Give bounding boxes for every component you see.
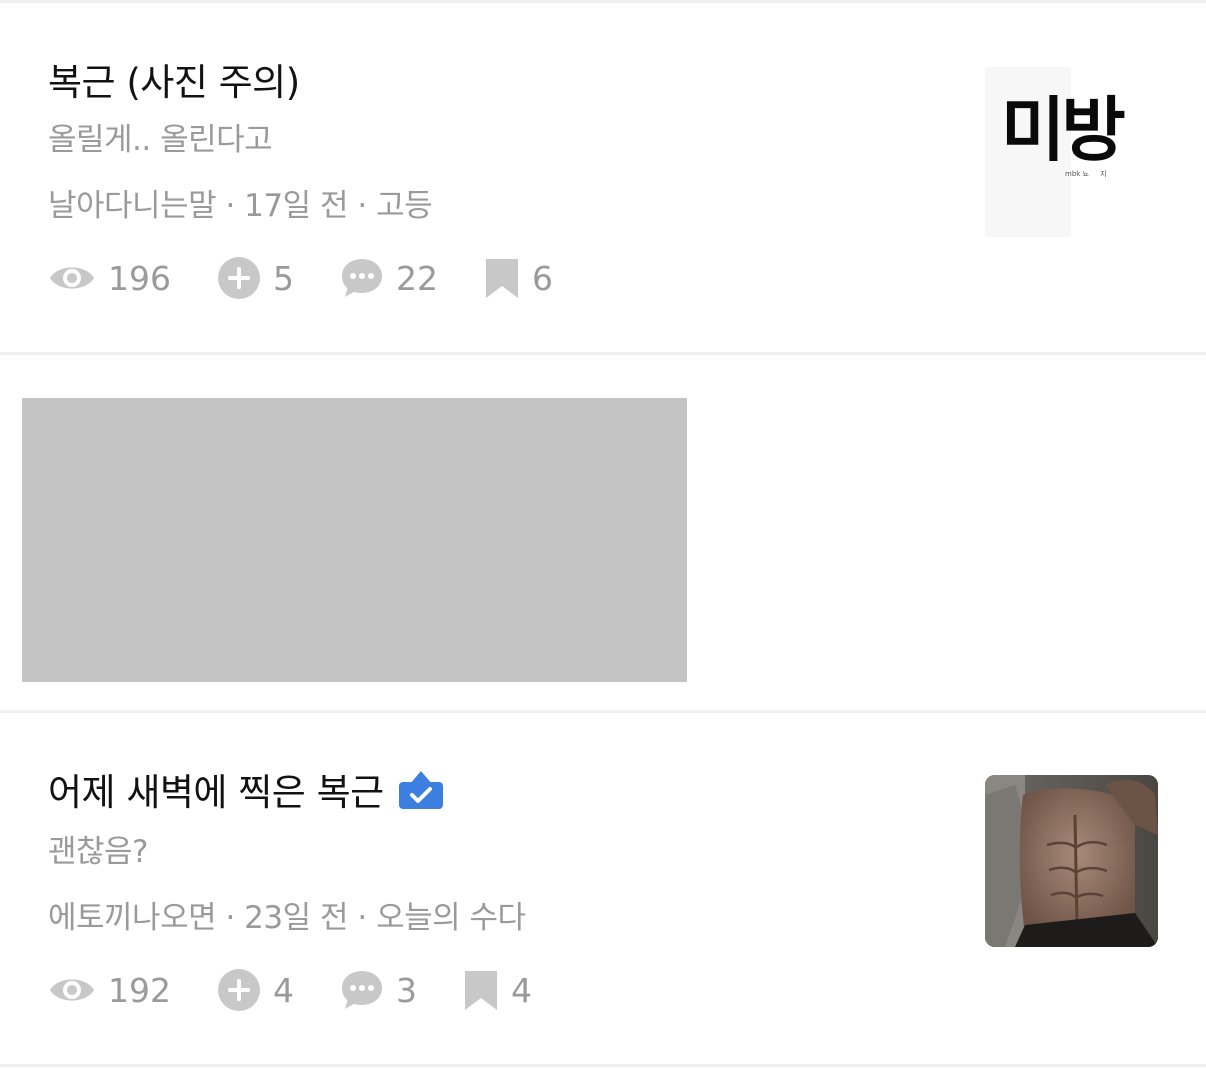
comment-button[interactable]: 22 bbox=[340, 256, 438, 300]
views-count: 196 bbox=[108, 258, 171, 298]
post-divider bbox=[0, 352, 1206, 355]
likes-count: 4 bbox=[273, 970, 294, 1010]
post-title-row: 복근 (사진 주의) bbox=[48, 52, 300, 106]
bookmarks-count: 4 bbox=[511, 970, 532, 1010]
post-thumbnail[interactable] bbox=[985, 775, 1158, 947]
post-meta: 에토끼나오면 · 23일 전 · 오늘의 수다 bbox=[48, 900, 526, 936]
verified-badge-icon bbox=[398, 768, 444, 810]
comment-bubble-icon bbox=[340, 256, 384, 300]
thumbnail-photo bbox=[985, 775, 1158, 947]
comments-count: 3 bbox=[396, 970, 417, 1010]
post-card[interactable]: 복근 (사진 주의) 올릴게.. 올린다고 날아다니는말 · 17일 전 · 고… bbox=[0, 0, 1206, 352]
thumbnail-text: 미방 bbox=[1001, 89, 1126, 171]
bookmark-button[interactable]: 6 bbox=[484, 256, 553, 300]
bottom-divider bbox=[0, 1064, 1206, 1067]
post-title[interactable]: 어제 새벽에 찍은 복근 bbox=[48, 762, 384, 816]
post-thumbnail[interactable]: 미방 mbk 뇨 지 bbox=[985, 67, 1159, 237]
post-card[interactable]: 어제 새벽에 찍은 복근 괜찮음? 에토끼나오면 · 23일 전 · 오늘의 수… bbox=[0, 712, 1206, 1064]
post-title[interactable]: 복근 (사진 주의) bbox=[48, 52, 300, 106]
post-title-row: 어제 새벽에 찍은 복근 bbox=[48, 762, 444, 816]
post-meta: 날아다니는말 · 17일 전 · 고등 bbox=[48, 188, 433, 224]
ad-placeholder[interactable] bbox=[22, 398, 687, 682]
thumbnail-small-text: mbk 뇨 지 bbox=[1065, 170, 1107, 178]
post-stats: 196 5 22 6 bbox=[48, 256, 599, 300]
views-stat: 192 bbox=[48, 970, 171, 1010]
bookmarks-count: 6 bbox=[532, 258, 553, 298]
plus-circle-icon bbox=[217, 968, 261, 1012]
bookmark-icon bbox=[484, 256, 520, 300]
post-subtitle: 괜찮음? bbox=[48, 834, 149, 870]
comments-count: 22 bbox=[396, 258, 438, 298]
likes-count: 5 bbox=[273, 258, 294, 298]
like-button[interactable]: 5 bbox=[217, 256, 294, 300]
post-subtitle: 올릴게.. 올린다고 bbox=[48, 122, 273, 158]
views-count: 192 bbox=[108, 970, 171, 1010]
eye-icon bbox=[48, 258, 96, 298]
bookmark-icon bbox=[463, 968, 499, 1012]
post-stats: 192 4 3 4 bbox=[48, 968, 578, 1012]
comment-button[interactable]: 3 bbox=[340, 968, 417, 1012]
plus-circle-icon bbox=[217, 256, 261, 300]
eye-icon bbox=[48, 970, 96, 1010]
comment-bubble-icon bbox=[340, 968, 384, 1012]
views-stat: 196 bbox=[48, 258, 171, 298]
bookmark-button[interactable]: 4 bbox=[463, 968, 532, 1012]
like-button[interactable]: 4 bbox=[217, 968, 294, 1012]
